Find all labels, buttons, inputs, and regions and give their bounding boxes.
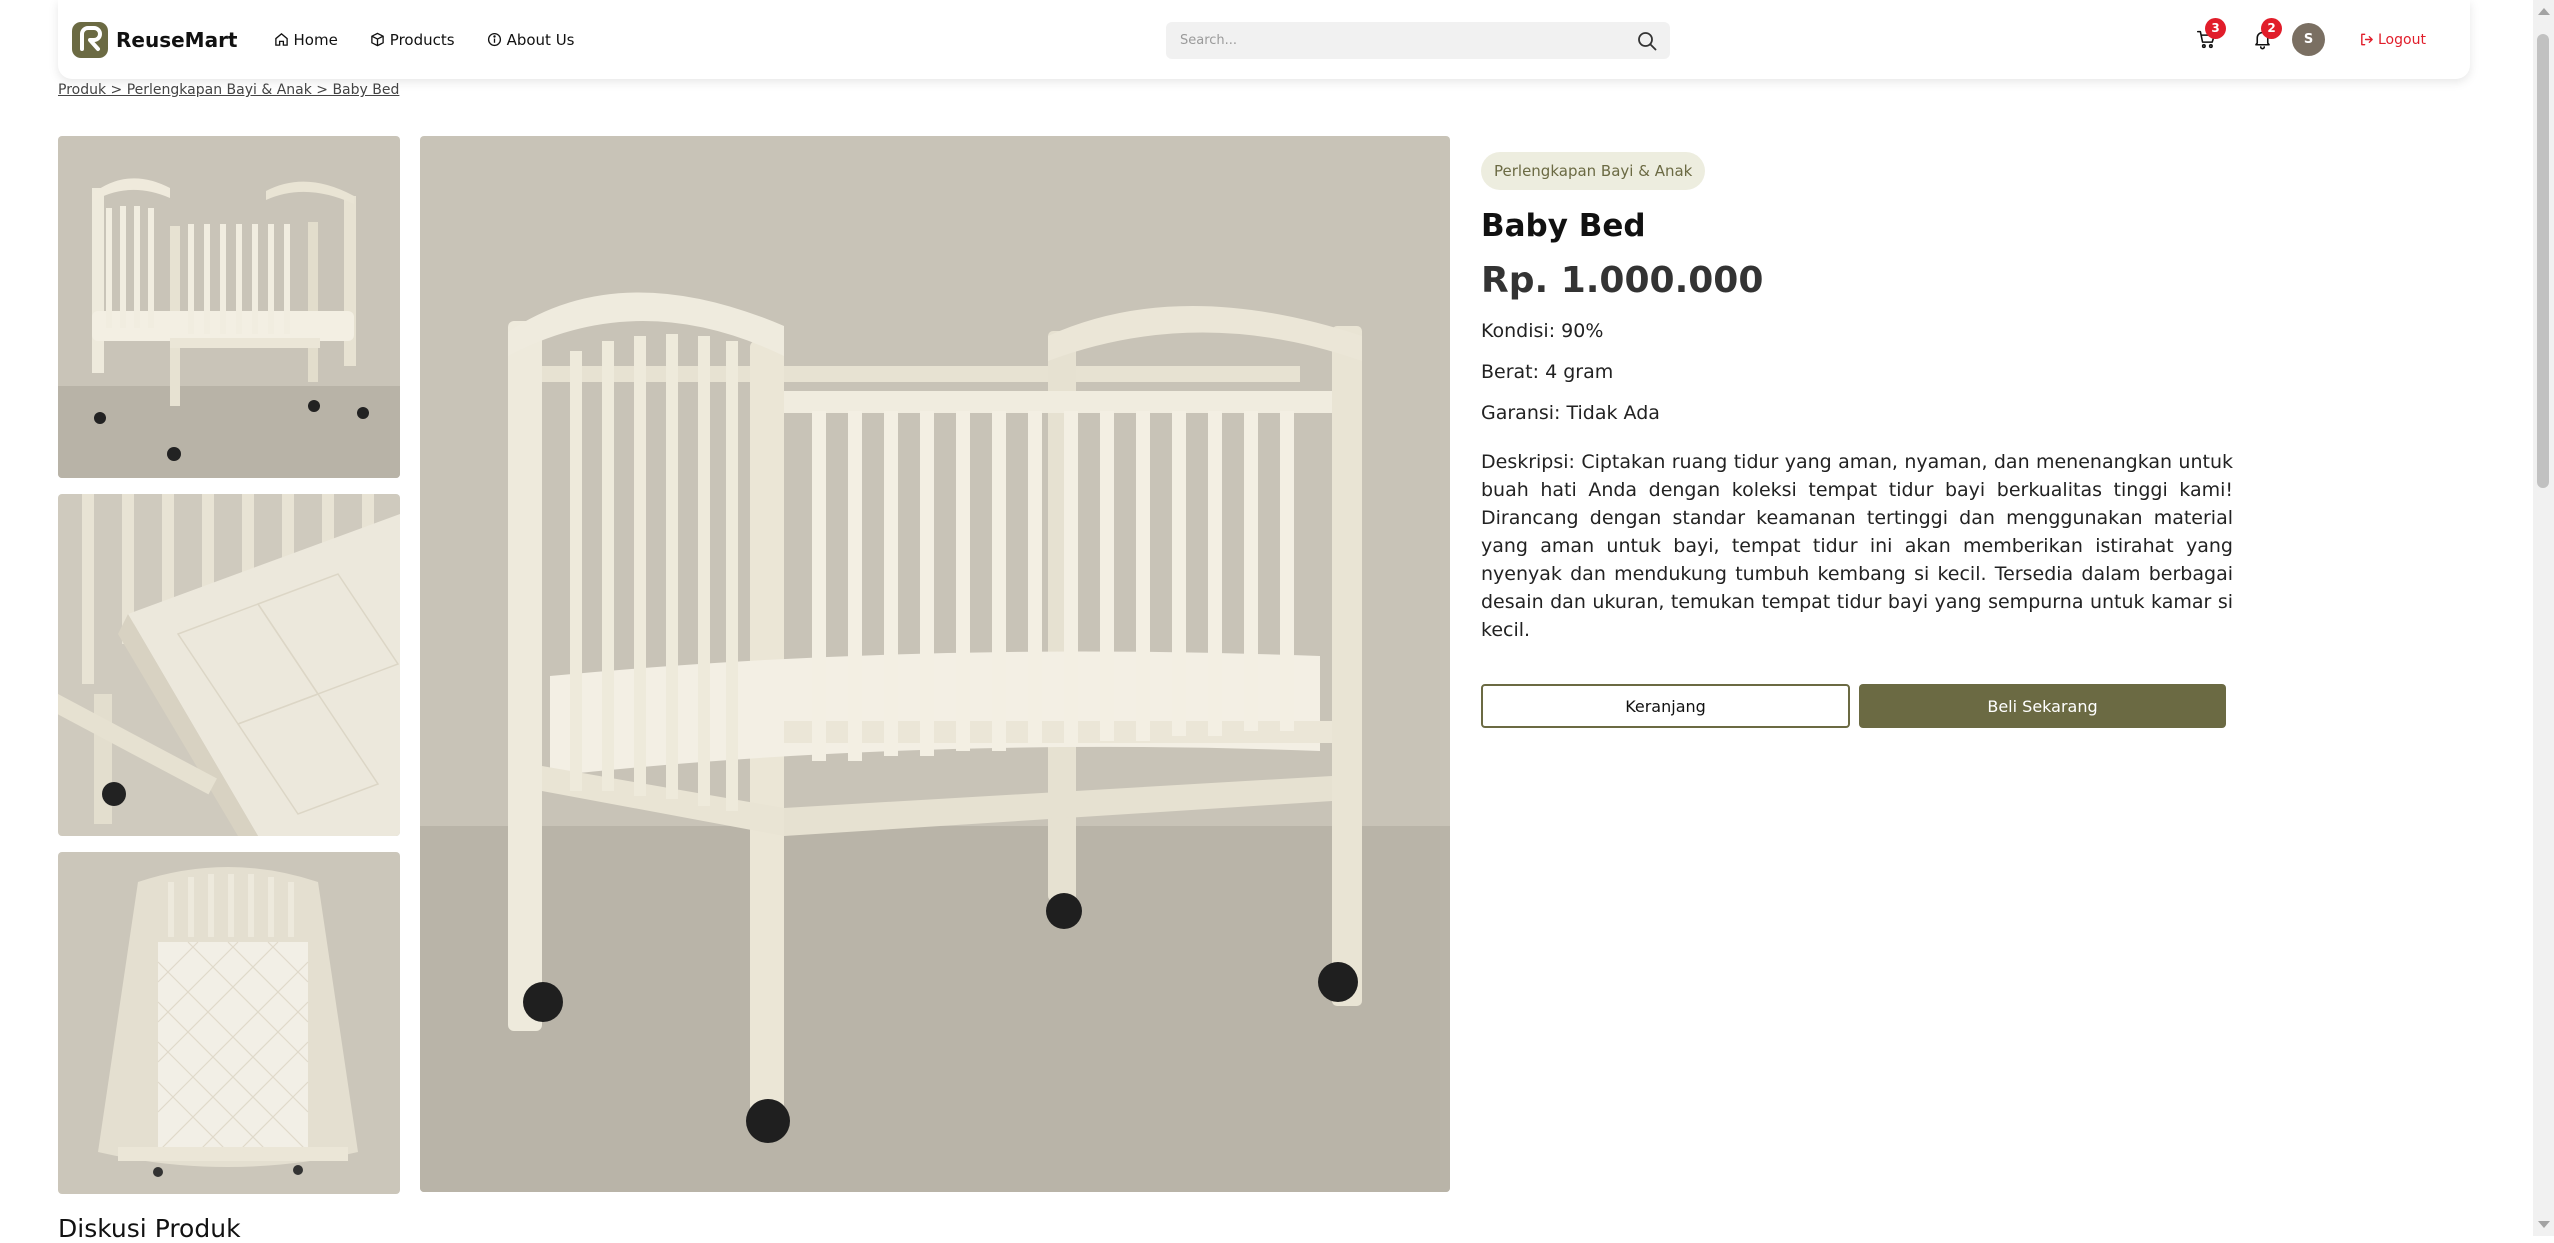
brand[interactable]: ReuseMart [72,21,238,58]
product-weight: Berat: 4 gram [1481,361,1614,383]
buy-now-button[interactable]: Beli Sekarang [1859,684,2226,728]
info-icon [487,32,501,47]
product-thumbnail-1[interactable] [58,136,400,478]
product-description: Deskripsi: Ciptakan ruang tidur yang ama… [1481,451,2233,641]
page-scrollbar[interactable] [2533,0,2554,1236]
nav-home-link[interactable]: Home [274,31,338,49]
top-navbar: ReuseMart Home Products About Us 3 2 S [58,0,2470,79]
nav-products-label: Products [389,30,455,49]
add-to-cart-button[interactable]: Keranjang [1481,684,1850,728]
cart-count-badge: 3 [2205,17,2226,39]
product-condition: Kondisi: 90% [1481,320,1604,342]
nav-about-link[interactable]: About Us [487,31,575,49]
crib-top-view-image [58,852,400,1194]
scroll-down-arrow-icon[interactable] [2538,1221,2550,1228]
search-bar [1166,22,1670,59]
scroll-up-arrow-icon[interactable] [2538,8,2550,15]
box-icon [371,32,384,47]
discussion-section-title: Diskusi Produk [58,1214,241,1243]
category-badge: Perlengkapan Bayi & Anak [1481,152,1706,190]
baby-crib-image [420,136,1450,1192]
crib-front-image [58,136,400,478]
logout-icon [2361,33,2373,46]
product-price: Rp. 1.000.000 [1481,260,1764,301]
logout-button[interactable]: Logout [2359,32,2426,48]
product-thumbnail-3[interactable] [58,852,400,1194]
nav-home-label: Home [293,30,338,49]
crib-mattress-closeup-image [58,494,400,836]
product-main-image [420,136,1450,1192]
user-avatar[interactable]: S [2292,23,2325,56]
search-input[interactable] [1166,22,1636,59]
logout-label: Logout [2378,31,2426,48]
home-icon [274,33,288,46]
breadcrumb[interactable]: Produk > Perlengkapan Bayi & Anak > Baby… [58,82,399,98]
product-thumbnail-2[interactable] [58,494,400,836]
product-title: Baby Bed [1481,208,1646,244]
reusemart-logo-icon [72,21,108,58]
brand-name: ReuseMart [116,27,238,52]
nav-actions: 3 2 S Logout [2186,0,2426,79]
nav-products-link[interactable]: Products [370,31,455,49]
notification-count-badge: 2 [2261,17,2282,39]
search-icon[interactable] [1636,30,1658,52]
nav-links: Home Products About Us [274,31,607,49]
scrollbar-thumb[interactable] [2537,34,2549,488]
product-warranty: Garansi: Tidak Ada [1481,402,1660,424]
product-actions: Keranjang Beli Sekarang [1481,684,2233,728]
notification-button[interactable]: 2 [2242,17,2282,60]
nav-about-label: About Us [506,30,575,49]
product-details: Perlengkapan Bayi & Anak Baby Bed Rp. 1.… [1481,152,2233,728]
cart-button[interactable]: 3 [2186,17,2226,60]
